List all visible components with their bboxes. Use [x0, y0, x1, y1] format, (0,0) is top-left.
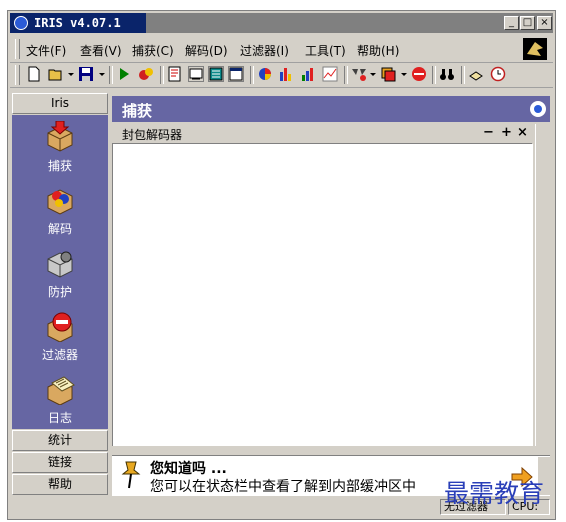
- nav-item-filter[interactable]: 过滤器: [12, 306, 108, 368]
- app-window: IRIS v4.07.1 _ □ × 文件(F) 查看(V) 捕获(C) 解码(…: [7, 10, 556, 520]
- vertical-scrollbar[interactable]: [535, 124, 549, 446]
- open-icon[interactable]: [48, 66, 64, 82]
- menu-help[interactable]: 帮助(H): [357, 42, 399, 59]
- menu-decode[interactable]: 解码(D): [185, 42, 228, 59]
- stop-icon[interactable]: [138, 66, 154, 82]
- nav-item-capture[interactable]: 捕获: [12, 117, 108, 179]
- menu-filter[interactable]: 过滤器(I): [240, 42, 289, 59]
- decoder-title: 封包解码器: [122, 128, 183, 142]
- nav-item-protect[interactable]: 防护: [12, 243, 108, 305]
- menu-capture[interactable]: 捕获(C): [132, 42, 174, 59]
- log-icon: [44, 373, 76, 406]
- menu-grip[interactable]: [15, 39, 20, 59]
- menu-tools[interactable]: 工具(T): [305, 42, 346, 59]
- maximize-button[interactable]: □: [520, 16, 535, 30]
- page-title: 捕获: [122, 102, 153, 120]
- log-icon[interactable]: [468, 66, 484, 82]
- nav-item-label: 日志: [47, 411, 72, 425]
- nav-item-label: 过滤器: [41, 348, 78, 362]
- save-icon[interactable]: [78, 66, 94, 82]
- nav-panel-header[interactable]: Iris: [12, 93, 108, 114]
- nav-item-label: 捕获: [47, 159, 72, 173]
- title-bar[interactable]: IRIS v4.07.1 _ □ ×: [10, 13, 553, 33]
- decoder-collapse-button[interactable]: −: [483, 125, 494, 140]
- nav-button-help[interactable]: 帮助: [12, 474, 108, 495]
- new-icon[interactable]: [26, 66, 42, 82]
- grid2-icon[interactable]: [228, 66, 244, 82]
- brand-logo-icon: [523, 38, 547, 60]
- line-chart-icon[interactable]: [322, 66, 338, 82]
- menu-view[interactable]: 查看(V): [80, 42, 122, 59]
- close-button[interactable]: ×: [537, 16, 552, 30]
- clock-icon[interactable]: [490, 66, 506, 82]
- view-icon[interactable]: [188, 66, 204, 82]
- save-dropdown-icon[interactable]: [99, 73, 105, 76]
- layers-icon[interactable]: [380, 66, 396, 82]
- nav-button-statistics[interactable]: 统计: [12, 430, 108, 451]
- decoder-bar: 封包解码器 − + ×: [112, 124, 532, 144]
- play-icon[interactable]: [116, 66, 132, 82]
- capture-header: 捕获: [112, 96, 550, 122]
- nav-item-label: 解码: [47, 222, 72, 236]
- tip-title: 您知道吗 ...: [150, 461, 227, 477]
- layers-dropdown-icon[interactable]: [401, 73, 407, 76]
- decoder-content-area[interactable]: [112, 144, 533, 446]
- nav-item-log[interactable]: 日志: [12, 369, 108, 431]
- nav-item-decode[interactable]: 解码: [12, 180, 108, 242]
- capture-icon: [44, 120, 76, 153]
- toolbar: [10, 63, 553, 88]
- protect-icon: [44, 247, 76, 279]
- minimize-button[interactable]: _: [504, 16, 519, 30]
- stop-sign-icon[interactable]: [411, 66, 427, 82]
- watermark-text: 最需教育: [444, 479, 545, 508]
- grid-icon[interactable]: [208, 66, 224, 82]
- nav-item-label: 防护: [47, 285, 72, 299]
- capture-options-icon[interactable]: [530, 101, 546, 117]
- bar-chart-icon[interactable]: [278, 66, 294, 82]
- decode-icon: [44, 184, 76, 216]
- toolbar-grip[interactable]: [15, 65, 20, 85]
- pushpin-icon: [120, 460, 142, 493]
- main-panel: 捕获 封包解码器 − + ×: [112, 96, 550, 446]
- app-icon: [14, 16, 28, 30]
- binoculars-icon[interactable]: [439, 66, 455, 82]
- menu-bar: 文件(F) 查看(V) 捕获(C) 解码(D) 过滤器(I) 工具(T) 帮助(…: [10, 36, 553, 63]
- decoder-expand-button[interactable]: +: [501, 125, 512, 140]
- navigation-panel: Iris 捕获 解码 防护 过滤器 日志 统计 链接 帮助: [12, 93, 108, 496]
- menu-file[interactable]: 文件(F): [26, 42, 66, 59]
- open-dropdown-icon[interactable]: [68, 73, 74, 76]
- decode-icon[interactable]: [167, 66, 183, 82]
- nav-panel-body: 捕获 解码 防护 过滤器 日志: [12, 115, 108, 429]
- tip-text: 您可以在状态栏中查看了解到内部缓冲区中: [150, 479, 416, 495]
- filter-icon: [44, 310, 76, 343]
- window-title: IRIS v4.07.1: [34, 16, 121, 30]
- bar-chart2-icon[interactable]: [300, 66, 316, 82]
- decoder-close-button[interactable]: ×: [517, 125, 528, 140]
- pie-chart-icon[interactable]: [257, 66, 273, 82]
- filter-dropdown-icon[interactable]: [370, 73, 376, 76]
- nav-button-links[interactable]: 链接: [12, 452, 108, 473]
- filter-icon[interactable]: [351, 66, 367, 82]
